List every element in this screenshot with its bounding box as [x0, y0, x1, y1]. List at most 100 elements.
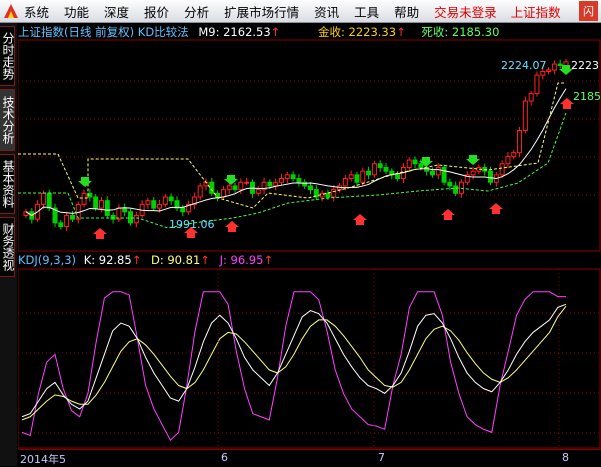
candle-body	[267, 181, 273, 187]
tab-financial[interactable]: 财务透视	[0, 217, 15, 277]
candle-body	[366, 170, 372, 176]
candle-body	[296, 178, 302, 183]
candle-body	[458, 181, 464, 194]
trade-login-status[interactable]: 交易未登录	[434, 2, 497, 21]
high-price-label: 2224.07	[501, 59, 547, 72]
candle-body	[395, 174, 401, 180]
candle-body	[383, 166, 389, 172]
candle-body	[453, 185, 459, 194]
buy-signal-arrow-icon	[489, 203, 503, 214]
current-index-name[interactable]: 上证指数	[511, 2, 561, 21]
candle-body	[40, 192, 46, 205]
menu-item-help[interactable]: 帮助	[394, 2, 419, 21]
side-tab-bar: 分时走势 技术分析 基本资料 财务透视	[0, 23, 17, 466]
candle-body	[290, 174, 296, 180]
candle-body	[220, 189, 226, 198]
sell-signal-arrow-icon	[466, 155, 480, 165]
menu-item-system[interactable]: 系统	[24, 2, 49, 21]
candle-body	[93, 196, 99, 209]
d-up-arrow-icon: ↑	[200, 253, 210, 267]
date-label-jul: 7	[378, 451, 385, 464]
candle-body	[412, 159, 418, 165]
candle-body	[435, 166, 441, 176]
buy-signal-arrow-icon	[225, 221, 239, 232]
candle-body	[546, 69, 552, 72]
golden-close-value: 金收: 2223.33	[317, 25, 397, 39]
menu-item-function[interactable]: 功能	[64, 2, 89, 21]
low-price-label: 1991.06	[169, 218, 215, 231]
candle-body	[557, 63, 563, 67]
kdj-k-value: K: 92.85	[83, 253, 132, 267]
app-logo-icon	[4, 4, 18, 18]
candle-body	[151, 200, 157, 209]
candle-body	[470, 170, 476, 176]
candle-body	[232, 185, 238, 191]
candle-body	[354, 174, 360, 183]
golden-envelope-line	[18, 82, 566, 209]
kdj-d-line	[21, 305, 567, 421]
menu-item-tools[interactable]: 工具	[354, 2, 379, 21]
buy-signal-arrow-icon	[93, 228, 107, 239]
death-close-value: 死收: 2185.30	[421, 25, 500, 39]
candle-body	[499, 163, 505, 176]
candle-body	[522, 100, 528, 132]
candle-body	[447, 181, 453, 187]
menu-item-quote[interactable]: 报价	[144, 2, 169, 21]
candle-body	[46, 192, 52, 209]
candle-body	[209, 181, 215, 194]
sell-signal-arrow-icon	[224, 175, 238, 185]
menu-item-analysis[interactable]: 分析	[184, 2, 209, 21]
candle-body	[441, 166, 447, 183]
chart-title: 上证指数(日线 前复权) KD比较法	[18, 25, 189, 39]
date-label-may: 2014年5	[20, 453, 66, 466]
candle-body	[98, 200, 104, 209]
candle-body	[168, 196, 174, 202]
candle-body	[488, 170, 494, 183]
candle-body	[528, 93, 534, 102]
candle-body	[505, 155, 511, 165]
tab-basic-info[interactable]: 基本资料	[0, 154, 15, 214]
candle-body	[180, 207, 186, 213]
tab-technical-analysis[interactable]: 技术分析	[0, 89, 15, 151]
kdj-k-line	[21, 303, 567, 418]
menu-item-extended-market[interactable]: 扩展市场行情	[224, 2, 299, 21]
candle-body	[104, 200, 110, 216]
buy-signal-arrow-icon	[560, 98, 574, 109]
menu-item-news[interactable]: 资讯	[314, 2, 339, 21]
candle-body	[342, 178, 348, 187]
kdj-header: KDJ(9,3,3) K: 92.85↑ D: 90.81↑ J: 96.95↑	[18, 253, 273, 269]
buy-signal-arrow-icon	[353, 214, 367, 225]
candle-body	[418, 163, 424, 168]
right-axis-label-top: 2223	[571, 59, 599, 72]
m9-value: M9: 2162.53	[198, 25, 271, 39]
menu-item-depth[interactable]: 深度	[104, 2, 129, 21]
k-up-arrow-icon: ↑	[131, 253, 142, 267]
candle-body	[540, 70, 546, 76]
kdj-j-line	[21, 291, 566, 442]
buy-signal-arrow-icon	[441, 209, 455, 220]
candle-body	[284, 174, 290, 180]
candle-body	[110, 214, 116, 220]
right-axis-label-mid: 2185	[573, 90, 601, 103]
date-axis: 2014年5 6 7 8	[18, 449, 601, 467]
golden-up-arrow-icon: ↑	[396, 25, 406, 39]
candle-body	[371, 163, 377, 176]
candle-body	[255, 189, 261, 194]
kdj-j-value: J: 96.95	[219, 253, 264, 267]
candle-body	[122, 207, 128, 213]
flash-button[interactable]: 闪	[579, 1, 598, 21]
m9-up-arrow-icon: ↑	[270, 25, 281, 39]
main-chart-header: 上证指数(日线 前复权) KD比较法 M9: 2162.53↑ 金收: 2223…	[18, 24, 499, 40]
kdj-panel-frame	[18, 268, 601, 449]
date-label-jun: 6	[221, 451, 228, 464]
candle-body	[162, 196, 168, 205]
chart-canvas[interactable]	[18, 23, 601, 449]
candle-body	[406, 159, 412, 168]
candle-body	[325, 192, 331, 198]
tab-intraday[interactable]: 分时走势	[0, 26, 15, 86]
candle-body	[128, 211, 134, 224]
kdj-d-value: D: 90.81	[150, 253, 201, 267]
candle-body	[534, 74, 540, 95]
candle-body	[244, 181, 250, 184]
candle-body	[429, 170, 435, 176]
